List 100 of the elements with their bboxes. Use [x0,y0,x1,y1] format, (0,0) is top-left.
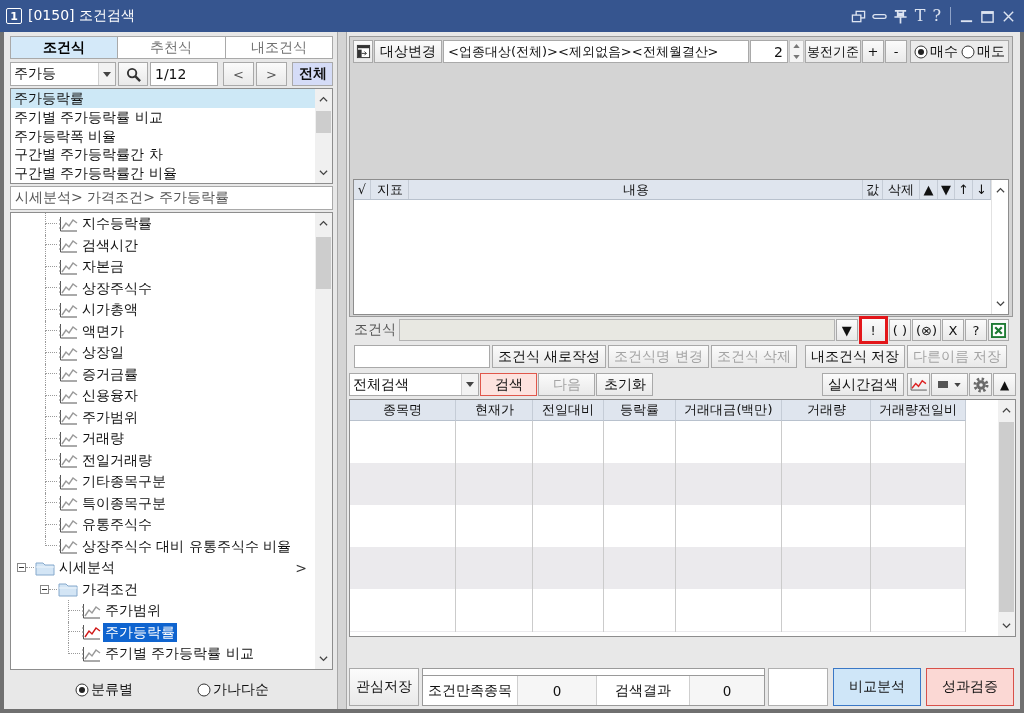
radio-icon[interactable] [961,44,975,59]
scroll-down-icon[interactable] [995,301,1005,307]
count-field[interactable]: 2 [750,40,788,63]
radio-option[interactable]: 가나다순 [196,680,269,699]
restore-windows-icon[interactable] [850,8,866,24]
spin-down-icon[interactable] [793,54,800,59]
change-target-button[interactable]: 대상변경 [374,40,442,63]
spin-buttons[interactable] [789,40,804,63]
minus-button[interactable]: - [885,40,907,63]
tree-item[interactable]: 자본금 [80,257,126,277]
plus-button[interactable]: + [862,40,884,63]
scroll-up-icon[interactable] [319,220,328,226]
save-watchlist-button[interactable]: 관심저장 [349,668,419,706]
page-field[interactable]: 1/12 [150,62,218,86]
title-bar-button[interactable]: ? [932,8,941,24]
list-item[interactable]: 주기별 주가등락률 비교 [11,107,315,127]
spin-up-icon[interactable] [793,44,800,49]
folder-icon [58,581,78,598]
formula-tool-button[interactable]: ? [965,319,987,341]
maximize-icon[interactable] [980,8,995,24]
tree-item[interactable]: 상장주식수 대비 유통주식수 비율 [80,536,294,556]
tree-item[interactable]: 주가범위 [103,601,163,621]
collapse-button[interactable]: ▲ [993,373,1016,396]
scrollbar[interactable] [998,400,1015,636]
edit-button[interactable]: 조건식 새로작성 [492,345,607,368]
tree-item[interactable]: 주가범위 [80,407,140,427]
radio-option[interactable]: 매도 [961,42,1005,61]
tree-item[interactable]: 주가등락률 [103,622,177,642]
previous-button[interactable]: < [223,62,254,86]
stat-value: 0 [518,676,597,705]
settings-button[interactable] [969,373,992,396]
tree-item[interactable]: 시가총액 [80,300,140,320]
formula-tool-button[interactable]: ▼ [835,319,858,341]
tree-item[interactable]: 유통주식수 [80,515,154,535]
radio-icon[interactable] [74,682,89,697]
scroll-thumb[interactable] [316,111,331,133]
tree-item[interactable]: 시세분석 [57,558,117,578]
tree-item[interactable]: 기타종목구분 [80,472,168,492]
analysis-button[interactable]: 성과검증 [926,668,1014,706]
collapse-icon[interactable] [40,584,49,594]
scrollbar[interactable] [315,89,332,183]
save-button[interactable]: 내조건식 저장 [804,345,906,368]
pin-icon[interactable] [892,8,908,24]
tree-item[interactable]: 증거금률 [80,364,140,384]
formula-field[interactable] [399,319,835,341]
realtime-search-button[interactable]: 실시간검색 [822,373,904,396]
tree-item[interactable]: 전일거래량 [80,450,154,470]
tab[interactable]: 내조건식 [225,36,333,59]
spreadsheet-button[interactable] [988,319,1009,341]
tab[interactable]: 조건식 [10,36,119,59]
condition-name-input[interactable] [354,345,490,368]
scroll-up-icon[interactable] [995,187,1005,193]
scroll-down-icon[interactable] [319,656,328,662]
radio-icon[interactable] [914,44,928,59]
list-item[interactable]: 주가등락률 [11,89,315,108]
formula-tool-button[interactable]: ( ) [888,319,911,341]
scope-dropdown[interactable]: 전체검색 [349,373,479,396]
scroll-up-icon[interactable] [1002,407,1011,413]
column-header: 거래대금(백만) [676,400,782,421]
collapse-icon[interactable] [17,563,26,573]
radio-icon[interactable] [196,682,211,697]
tree-item[interactable]: 상장일 [80,343,126,363]
radio-option[interactable]: 매수 [914,42,958,61]
show-all-button[interactable]: 전체 [292,62,333,86]
scrollbar[interactable] [991,180,1008,314]
list-item[interactable]: 주가등락폭 비율 [11,126,315,146]
list-item[interactable]: 구간별 주가등락률간 비율 [11,164,315,183]
title-bar-button[interactable]: T [914,8,926,24]
tree-item[interactable]: 거래량 [80,429,126,449]
chart-button[interactable] [907,373,930,396]
scrollbar[interactable] [315,213,332,669]
scroll-thumb[interactable] [316,237,331,289]
search-action-button[interactable]: 검색 [480,373,537,396]
tree-item[interactable]: 지수등락률 [80,214,154,234]
radio-option[interactable]: 분류별 [74,680,133,699]
tree-item[interactable]: 특이종목구분 [80,493,168,513]
tree-item[interactable]: 검색시간 [80,235,140,255]
square-dropdown-button[interactable] [931,373,968,396]
list-item[interactable]: 구간별 주가등락률간 차 [11,145,315,165]
scroll-down-icon[interactable] [319,170,328,176]
tree-item[interactable]: 주기별 주가등락률 비교 [103,644,256,664]
target-field[interactable]: <업종대상(전체)><제외없음><전체월결산> [443,40,749,63]
tree-item[interactable]: 액면가 [80,321,126,341]
scroll-up-icon[interactable] [319,96,328,102]
scroll-thumb[interactable] [999,422,1014,612]
formula-tool-button[interactable]: (⊗) [911,319,941,341]
search-button[interactable] [118,62,148,86]
formula-tool-button[interactable]: ! [858,316,888,344]
search-action-button[interactable]: 초기화 [596,373,653,396]
category-dropdown[interactable]: 주가등 [10,62,116,86]
tree-item[interactable]: 가격조건 [80,579,140,599]
analysis-button[interactable]: 비교분석 [833,668,921,706]
basis-button[interactable]: 봉전기준 [805,40,861,63]
tree-item[interactable]: 상장주식수 [80,278,154,298]
tab[interactable]: 추천식 [118,36,226,59]
scroll-down-icon[interactable] [1002,623,1011,629]
formula-tool-button[interactable]: X [942,319,964,341]
tree-item[interactable]: 신용융자 [80,386,140,406]
panel-toggle-button[interactable] [353,40,373,63]
next-button[interactable]: > [256,62,287,86]
